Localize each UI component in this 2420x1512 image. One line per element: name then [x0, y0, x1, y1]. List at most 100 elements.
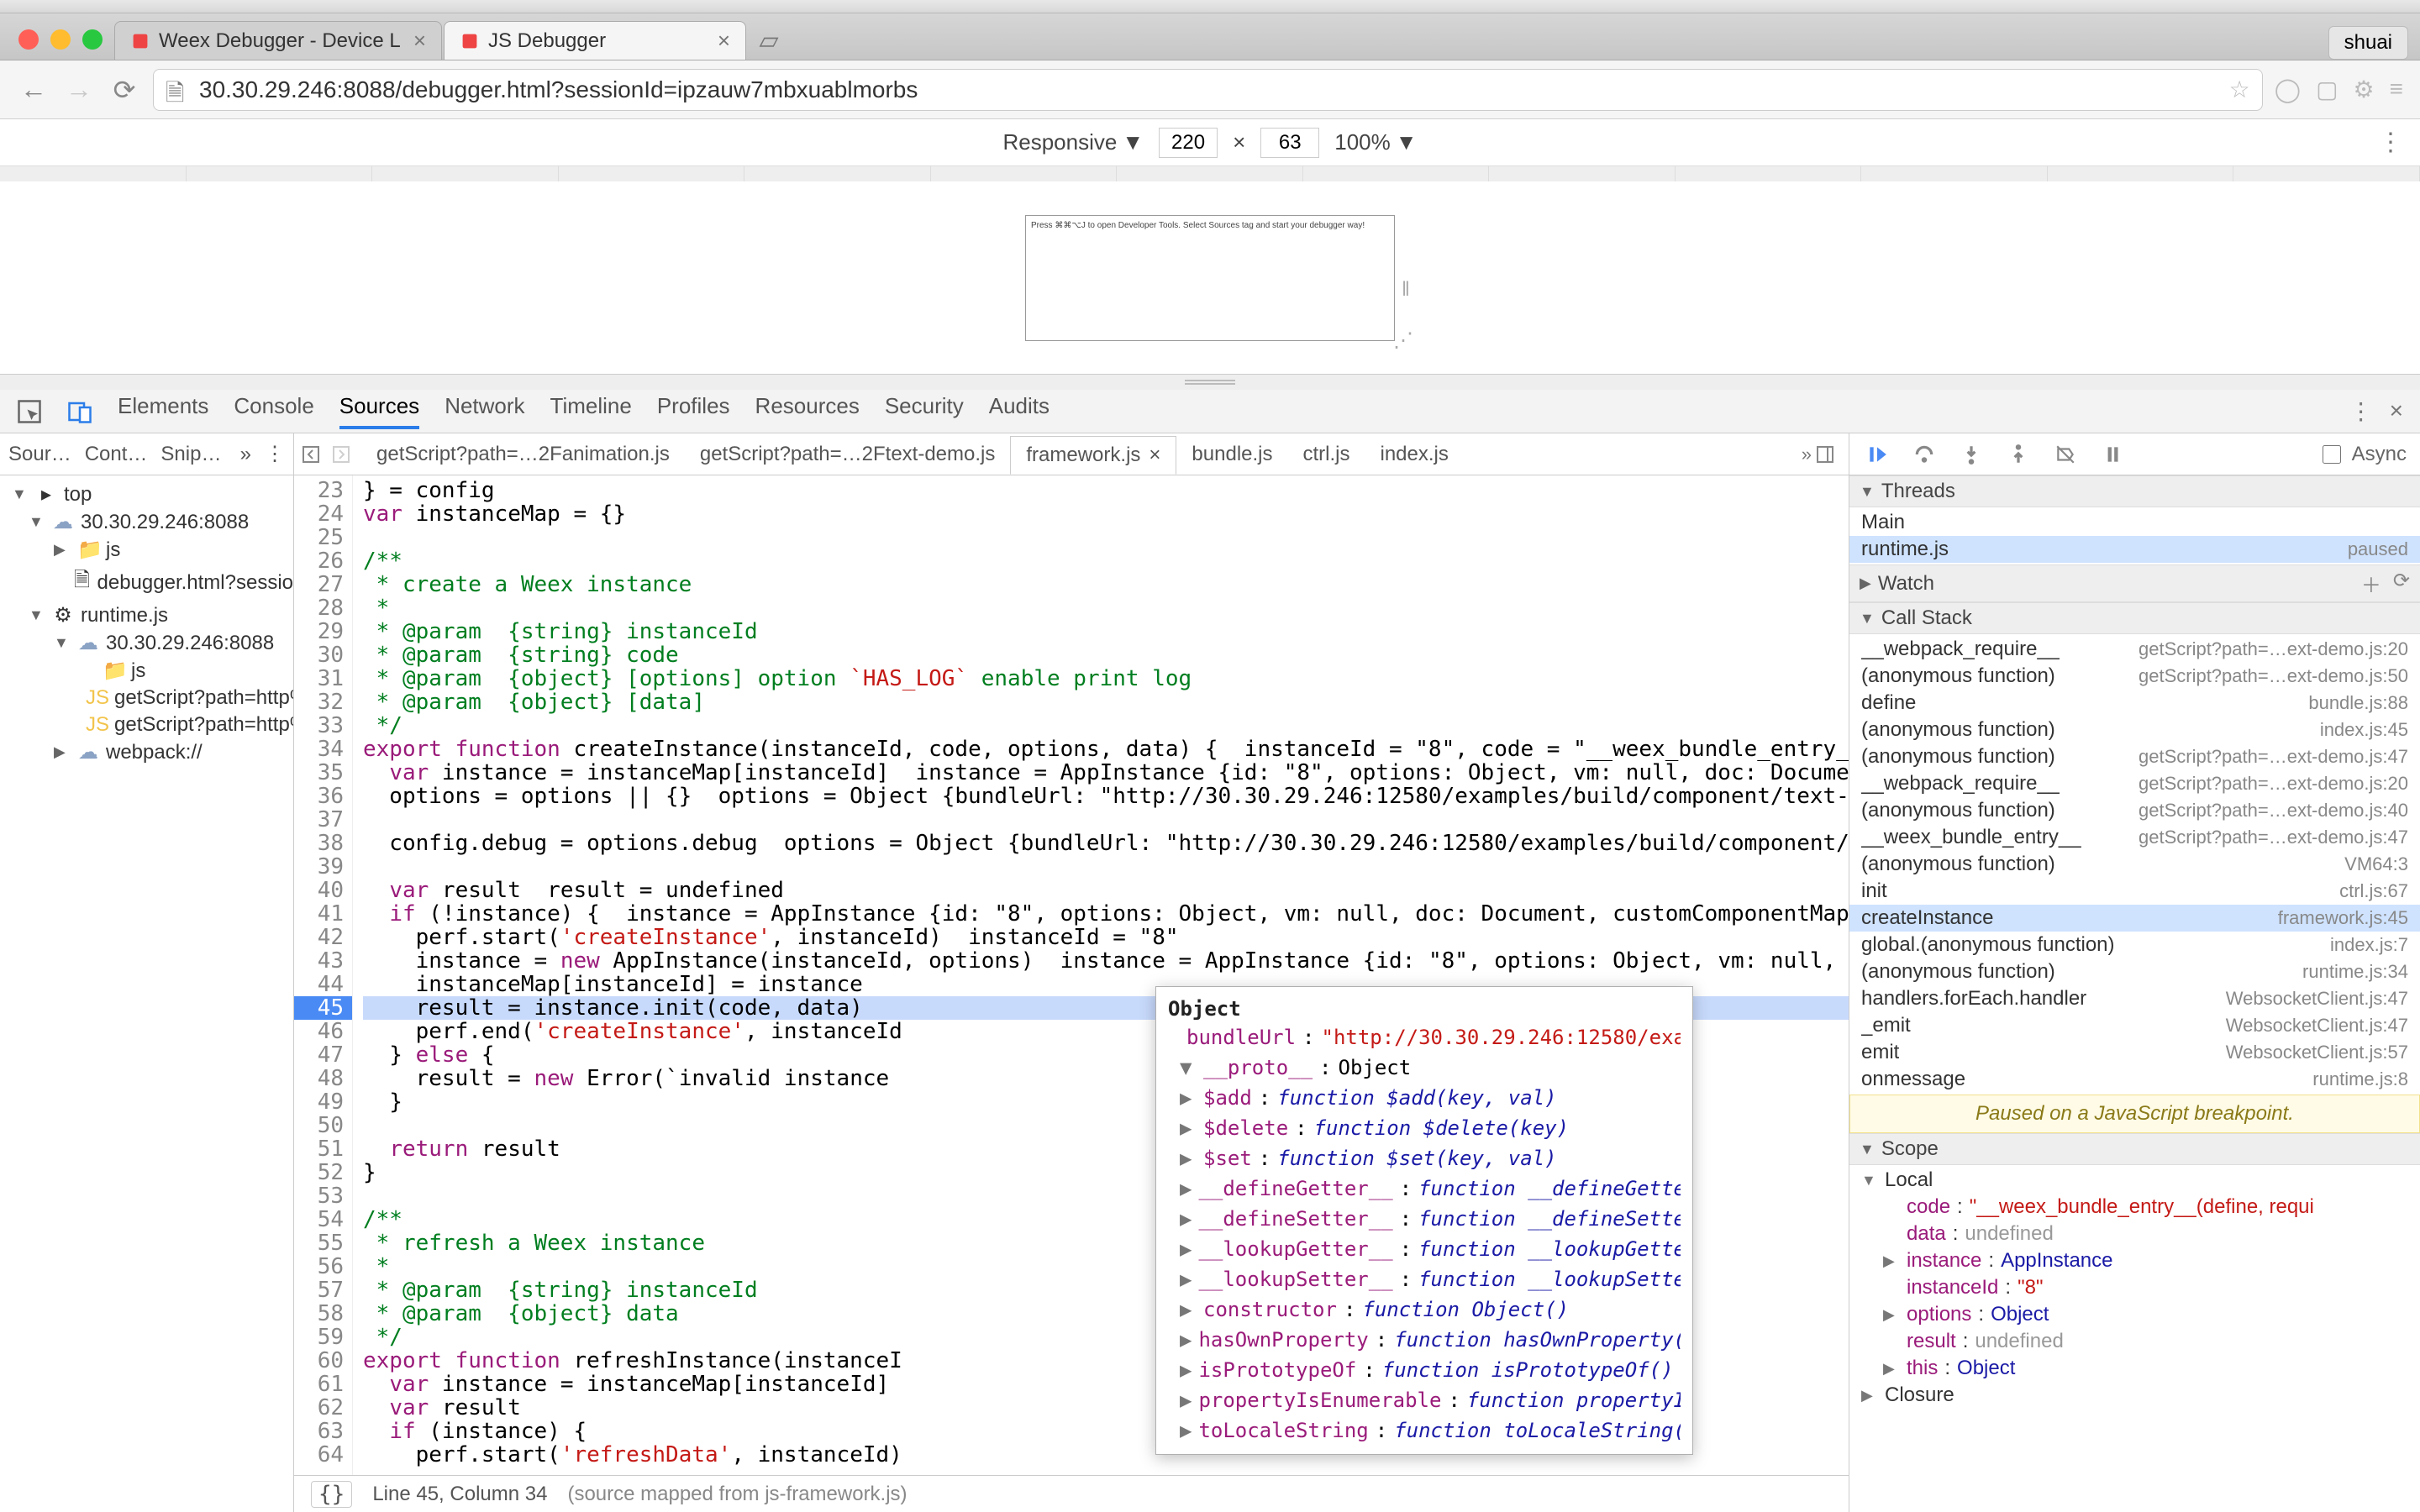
devtools-menu-icon[interactable]: ⋮	[2349, 397, 2373, 425]
browser-tab[interactable]: JS Debugger ×	[444, 21, 746, 60]
nav-forward-icon[interactable]	[331, 444, 358, 465]
tree-node[interactable]: JSgetScript?path=http%	[0, 711, 293, 738]
navigator-menu-icon[interactable]: ⋮	[265, 442, 285, 466]
toggle-device-icon[interactable]	[67, 399, 92, 424]
callstack-frame[interactable]: __webpack_require__getScript?path=…ext-d…	[1849, 636, 2420, 663]
threads-section-header[interactable]: ▼Threads	[1849, 475, 2420, 507]
tooltip-property[interactable]: ▶__defineSetter__: function __defineSett…	[1168, 1204, 1681, 1234]
callstack-frame[interactable]: onmessageruntime.js:8	[1849, 1066, 2420, 1093]
tooltip-property[interactable]: ▶$set: function $set(key, val)	[1168, 1143, 1681, 1173]
scope-variable[interactable]: ▶this: Object	[1849, 1355, 2420, 1382]
panel-tab[interactable]: Elements	[118, 393, 208, 429]
navigator-more-icon[interactable]: »	[240, 443, 251, 466]
thread-row[interactable]: runtime.jspaused	[1849, 536, 2420, 563]
tree-node[interactable]: ▶📁js	[0, 536, 293, 564]
toggle-sidebar-icon[interactable]	[1815, 444, 1842, 465]
callstack-frame[interactable]: initctrl.js:67	[1849, 878, 2420, 905]
step-out-button[interactable]	[2004, 440, 2033, 469]
watch-section-header[interactable]: ▶Watch ＋⟳	[1849, 564, 2420, 602]
scope-closure[interactable]: ▶Closure	[1849, 1382, 2420, 1409]
inspect-element-icon[interactable]	[17, 399, 42, 424]
deactivate-breakpoints-button[interactable]	[2051, 440, 2080, 469]
tooltip-property[interactable]: ▶$add: function $add(key, val)	[1168, 1083, 1681, 1113]
scope-variable[interactable]: result: undefined	[1849, 1328, 2420, 1355]
editor-tab[interactable]: framework.js×	[1010, 436, 1176, 475]
device-frame[interactable]: Press ⌘⌘⌥J to open Developer Tools. Sele…	[1025, 215, 1395, 341]
panel-tab[interactable]: Audits	[989, 393, 1050, 429]
nav-back-icon[interactable]	[301, 444, 328, 465]
resize-corner-icon[interactable]: ⋰	[1393, 328, 1413, 353]
panel-tab[interactable]: Security	[885, 393, 964, 429]
menu-icon[interactable]: ≡	[2390, 76, 2403, 103]
extension-icon[interactable]: ◯	[2275, 76, 2301, 103]
navigator-tab[interactable]: Snip…	[160, 443, 221, 466]
tree-node[interactable]: JSgetScript?path=http%	[0, 685, 293, 711]
resume-button[interactable]	[1863, 440, 1891, 469]
zoom-select[interactable]: 100% ▼	[1334, 129, 1417, 155]
editor-tab[interactable]: getScript?path=…2Fanimation.js	[361, 435, 685, 474]
tooltip-property[interactable]: ▶isPrototypeOf: function isPrototypeOf()	[1168, 1355, 1681, 1385]
panel-tab[interactable]: Profiles	[657, 393, 730, 429]
editor-tab[interactable]: index.js	[1365, 435, 1464, 474]
tooltip-property[interactable]: ▶__lookupGetter__: function __lookupGett…	[1168, 1234, 1681, 1264]
tooltip-property[interactable]: ▶toLocaleString: function toLocaleString…	[1168, 1415, 1681, 1446]
more-tabs-icon[interactable]: »	[1802, 444, 1812, 465]
callstack-frame[interactable]: (anonymous function)getScript?path=…ext-…	[1849, 797, 2420, 824]
maximize-window-icon[interactable]	[82, 29, 103, 50]
close-tab-icon[interactable]: ×	[718, 28, 730, 54]
refresh-watch-icon[interactable]: ⟳	[2393, 569, 2410, 598]
panel-tab[interactable]: Network	[445, 393, 524, 429]
extension-icon[interactable]: ▢	[2316, 76, 2338, 103]
editor-tab[interactable]: getScript?path=…2Ftext-demo.js	[685, 435, 1011, 474]
step-over-button[interactable]	[1910, 440, 1939, 469]
tree-node[interactable]: ▼⚙runtime.js	[0, 601, 293, 629]
address-bar[interactable]: 🗎 30.30.29.246:8088/debugger.html?sessio…	[153, 69, 2263, 111]
device-mode-select[interactable]: Responsive ▼	[1002, 129, 1144, 155]
tooltip-property[interactable]: ▶hasOwnProperty: function hasOwnProperty…	[1168, 1325, 1681, 1355]
forward-button[interactable]: →	[62, 74, 96, 105]
pause-exceptions-button[interactable]	[2098, 440, 2127, 469]
tooltip-property[interactable]: ▶propertyIsEnumerable: function property…	[1168, 1385, 1681, 1415]
tooltip-property[interactable]: ▶constructor: function Object()	[1168, 1294, 1681, 1325]
code-editor[interactable]: 2324252627282930313233343536373839404142…	[294, 475, 1849, 1475]
panel-tab[interactable]: Resources	[755, 393, 860, 429]
extension-icon[interactable]: ⚙	[2354, 76, 2375, 103]
callstack-frame[interactable]: __webpack_require__getScript?path=…ext-d…	[1849, 770, 2420, 797]
reload-button[interactable]: ⟳	[108, 74, 141, 106]
panel-tab[interactable]: Timeline	[550, 393, 632, 429]
callstack-frame[interactable]: createInstanceframework.js:45	[1849, 905, 2420, 932]
callstack-frame[interactable]: (anonymous function)getScript?path=…ext-…	[1849, 663, 2420, 690]
callstack-section-header[interactable]: ▼Call Stack	[1849, 602, 2420, 634]
tree-node[interactable]: ▶☁webpack://	[0, 738, 293, 766]
back-button[interactable]: ←	[17, 74, 50, 105]
callstack-frame[interactable]: (anonymous function)runtime.js:34	[1849, 958, 2420, 985]
tooltip-property[interactable]: ▶__defineGetter__: function __defineGett…	[1168, 1173, 1681, 1204]
bookmark-icon[interactable]: ☆	[2229, 76, 2250, 103]
scope-section-header[interactable]: ▼Scope	[1849, 1133, 2420, 1165]
tooltip-property[interactable]: ▶$delete: function $delete(key)	[1168, 1113, 1681, 1143]
resize-handle-icon[interactable]: ‖	[1402, 278, 1413, 302]
navigator-tab[interactable]: Cont…	[85, 443, 148, 466]
callstack-frame[interactable]: definebundle.js:88	[1849, 690, 2420, 717]
callstack-frame[interactable]: emitWebsocketClient.js:57	[1849, 1039, 2420, 1066]
close-tab-icon[interactable]: ×	[413, 28, 426, 54]
viewport-width-input[interactable]	[1159, 128, 1218, 158]
viewport-height-input[interactable]	[1260, 128, 1319, 158]
thread-row[interactable]: Main	[1849, 509, 2420, 536]
callstack-frame[interactable]: (anonymous function)index.js:45	[1849, 717, 2420, 743]
scope-variable[interactable]: data: undefined	[1849, 1221, 2420, 1247]
add-watch-icon[interactable]: ＋	[2361, 569, 2381, 598]
device-menu-icon[interactable]: ⋮	[2378, 128, 2403, 157]
pretty-print-button[interactable]: {}	[311, 1481, 352, 1508]
panel-tab[interactable]: Sources	[339, 393, 419, 429]
tooltip-property[interactable]: ▶__lookupSetter__: function __lookupSett…	[1168, 1264, 1681, 1294]
close-window-icon[interactable]	[18, 29, 39, 50]
callstack-frame[interactable]: global.(anonymous function)index.js:7	[1849, 932, 2420, 958]
devtools-drag-handle[interactable]	[0, 375, 2420, 390]
tree-node[interactable]: 📁js	[0, 657, 293, 685]
scope-local[interactable]: ▼Local	[1849, 1167, 2420, 1194]
navigator-tab[interactable]: Sour…	[8, 443, 71, 466]
close-tab-icon[interactable]: ×	[1149, 444, 1160, 467]
tree-node[interactable]: ▼☁30.30.29.246:8088	[0, 508, 293, 536]
tree-node[interactable]: ▼☁30.30.29.246:8088	[0, 629, 293, 657]
